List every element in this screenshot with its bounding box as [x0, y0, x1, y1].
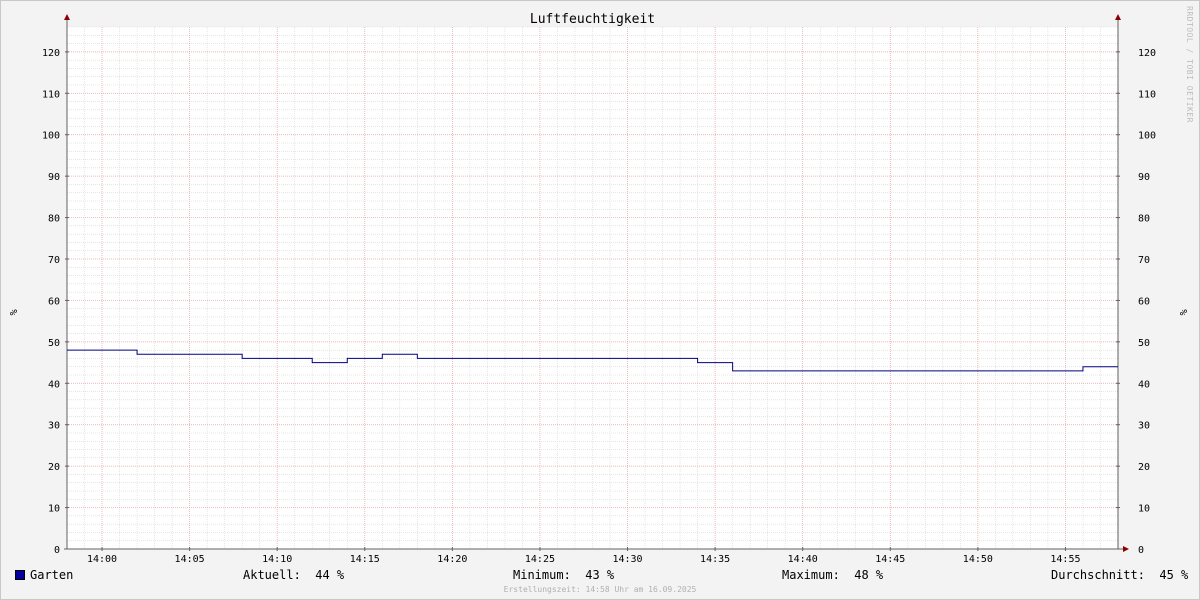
legend-durchschnitt: Durchschnitt: 45 %	[1051, 568, 1189, 582]
y-axis-left-arrow	[64, 14, 70, 20]
y-tick-label-left: 20	[48, 462, 60, 473]
x-tick-label: 14:50	[963, 554, 993, 565]
x-tick-label: 14:55	[1050, 554, 1080, 565]
y-tick-label-left: 0	[54, 545, 60, 556]
x-tick-label: 14:05	[175, 554, 205, 565]
x-tick-label: 14:20	[437, 554, 467, 565]
y-tick-label-left: 30	[48, 421, 60, 432]
x-tick-label: 14:25	[525, 554, 555, 565]
y-tick-label-right: 30	[1138, 421, 1150, 432]
y-tick-label-right: 80	[1138, 214, 1150, 225]
x-tick-label: 14:15	[350, 554, 380, 565]
y-tick-label-left: 80	[48, 214, 60, 225]
y-axis-unit-left: %	[7, 309, 18, 315]
legend-series-name: Garten	[30, 568, 74, 582]
x-axis-arrow	[1123, 546, 1129, 552]
y-tick-label-right: 100	[1138, 131, 1156, 142]
y-tick-label-left: 50	[48, 338, 60, 349]
x-tick-label: 14:45	[875, 554, 905, 565]
legend-swatch-garten	[15, 570, 25, 580]
y-tick-label-right: 120	[1138, 48, 1156, 59]
y-tick-label-right: 40	[1138, 379, 1150, 390]
y-tick-label-right: 10	[1138, 504, 1150, 515]
y-tick-label-left: 90	[48, 172, 60, 183]
x-tick-label: 14:40	[788, 554, 818, 565]
y-tick-label-left: 120	[42, 48, 60, 59]
creation-time-footer: Erstellungszeit: 14:58 Uhr am 16.09.2025	[503, 585, 697, 594]
rrdtool-watermark: RRDTOOL / TOBI OETIKER	[1185, 6, 1194, 123]
y-tick-label-right: 70	[1138, 255, 1150, 266]
legend-aktuell: Aktuell: 44 %	[243, 568, 345, 582]
x-tick-label: 14:00	[87, 554, 117, 565]
y-tick-label-left: 10	[48, 504, 60, 515]
y-tick-label-right: 90	[1138, 172, 1150, 183]
y-tick-label-right: 0	[1138, 545, 1144, 556]
y-tick-label-left: 110	[42, 89, 60, 100]
chart-title: Luftfeuchtigkeit	[530, 12, 655, 27]
y-tick-label-right: 50	[1138, 338, 1150, 349]
x-tick-label: 14:30	[612, 554, 642, 565]
x-tick-label: 14:35	[700, 554, 730, 565]
x-tick-label: 14:10	[262, 554, 292, 565]
humidity-chart: 0 0 10 10 20 20 30 30 40 40 50 50 60 60 70 70 80 80 90 90 10…	[7, 6, 1194, 565]
y-tick-label-left: 70	[48, 255, 60, 266]
legend-minimum: Minimum: 43 %	[513, 568, 615, 582]
legend-maximum: Maximum: 48 %	[782, 568, 884, 582]
y-tick-label-left: 60	[48, 296, 60, 307]
y-tick-label-right: 20	[1138, 462, 1150, 473]
y-tick-label-right: 60	[1138, 296, 1150, 307]
y-tick-label-right: 110	[1138, 89, 1156, 100]
y-axis-unit-right: %	[1177, 309, 1188, 315]
y-axis-right-arrow	[1115, 14, 1121, 20]
y-tick-label-left: 100	[42, 131, 60, 142]
y-tick-label-left: 40	[48, 379, 60, 390]
